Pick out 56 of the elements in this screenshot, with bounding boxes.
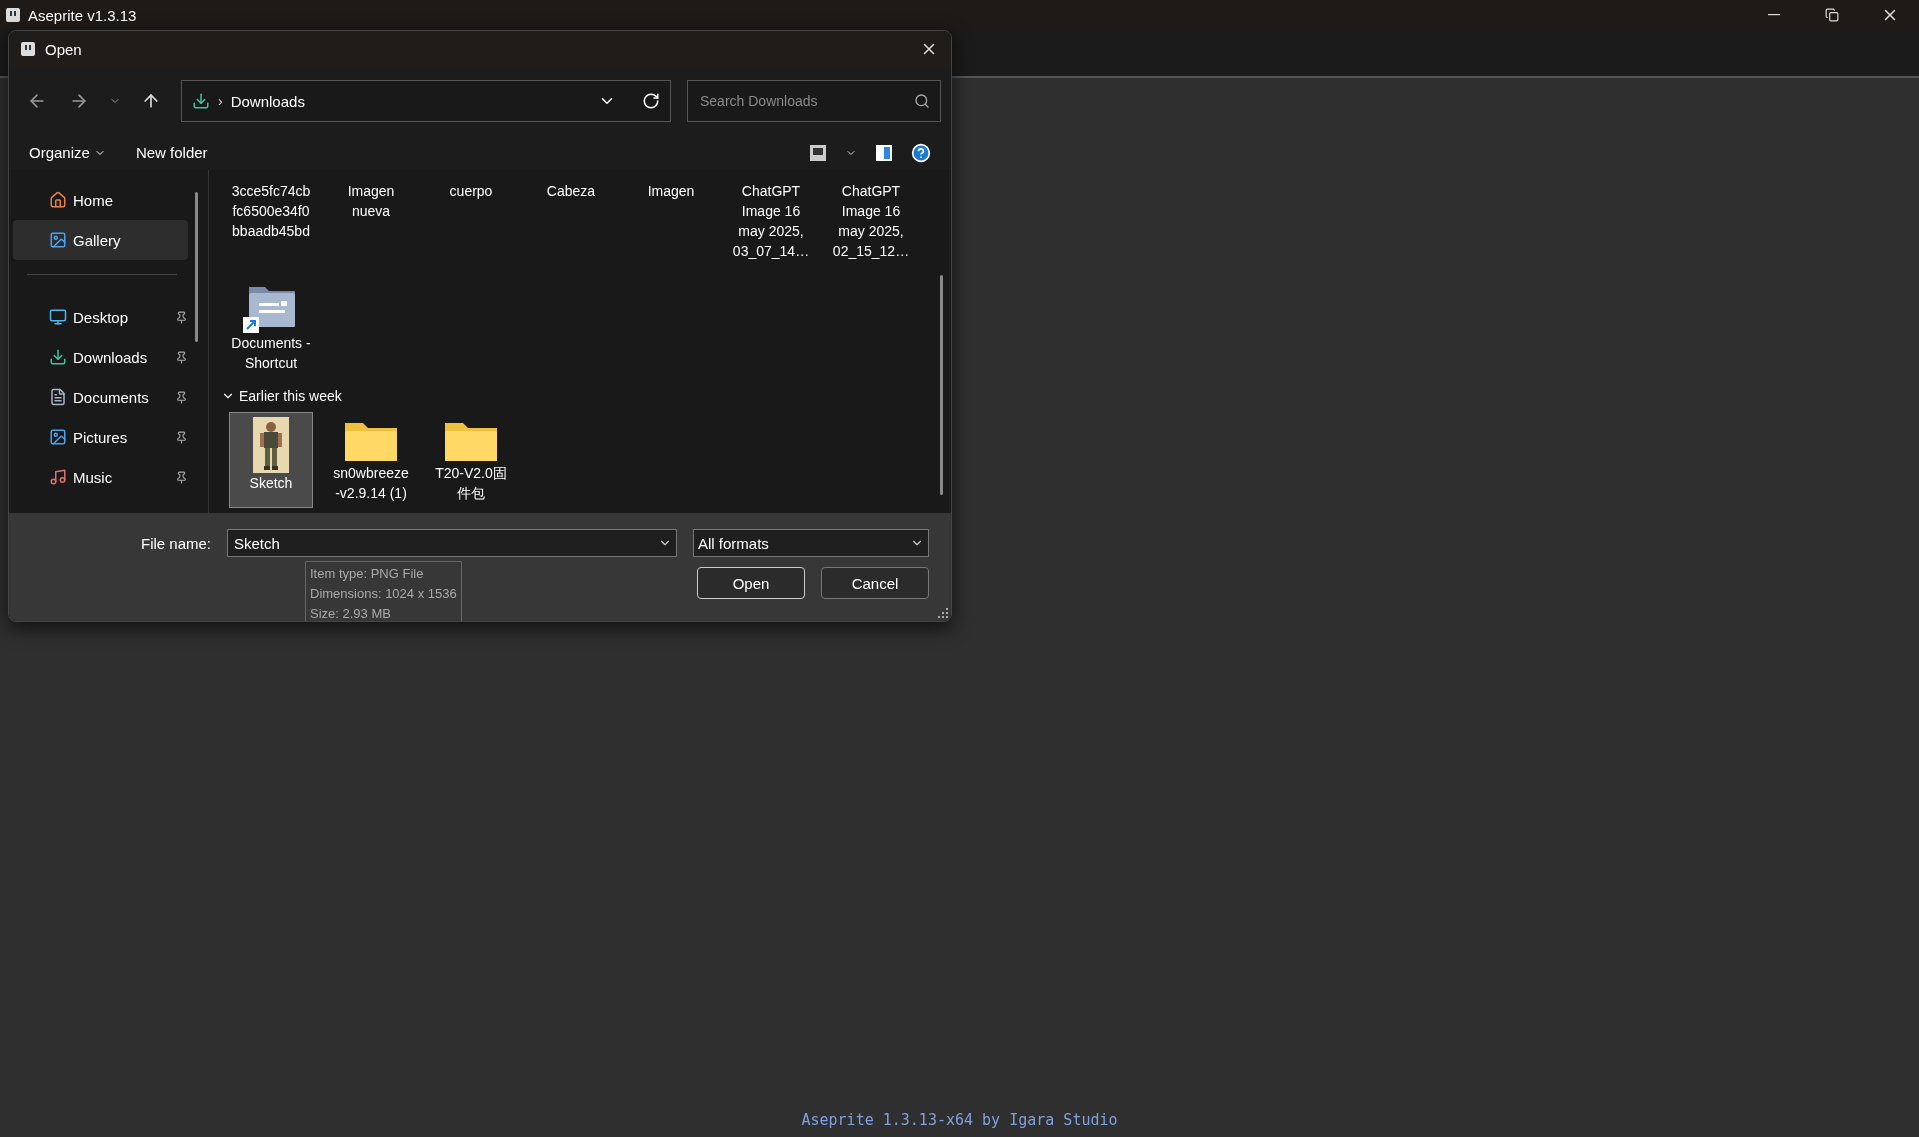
- file-tile[interactable]: ChatGPT Image 16 may 2025, 02_15_12…: [829, 176, 913, 266]
- sidebar-item[interactable]: Home: [13, 180, 188, 220]
- app-icon: [6, 8, 20, 22]
- organize-menu[interactable]: Organize: [29, 144, 106, 161]
- new-folder-button[interactable]: New folder: [135, 144, 208, 161]
- file-tile[interactable]: Imagen nueva: [329, 176, 413, 266]
- gallery-icon: [49, 231, 67, 249]
- sidebar-item[interactable]: Downloads: [13, 337, 188, 377]
- file-name-field[interactable]: Sketch: [227, 529, 677, 557]
- address-location[interactable]: Downloads: [230, 92, 305, 110]
- search-field[interactable]: Search Downloads: [687, 80, 941, 122]
- footer-credit: Aseprite 1.3.13-x64 by Igara Studio: [801, 1111, 1118, 1129]
- search-input[interactable]: Search Downloads: [698, 92, 914, 110]
- desktop-icon: [49, 308, 67, 326]
- resize-grip-icon[interactable]: [938, 608, 948, 618]
- file-name-label: File name:: [140, 534, 211, 552]
- file-tile[interactable]: T20-V2.0固件包: [429, 412, 513, 508]
- search-icon: [914, 93, 930, 109]
- pictures-icon: [49, 428, 67, 446]
- group-header[interactable]: Earlier this week: [221, 388, 342, 404]
- sidebar-item[interactable]: Pictures: [13, 417, 188, 457]
- file-tile[interactable]: Documents - Shortcut: [229, 278, 313, 378]
- breadcrumb-separator: ›: [218, 93, 223, 109]
- file-tile[interactable]: cuerpo: [429, 176, 513, 266]
- download-icon: [49, 348, 67, 366]
- file-tile[interactable]: ChatGPT Image 16 may 2025, 03_07_14…: [729, 176, 813, 266]
- file-type-dropdown[interactable]: All formats: [693, 529, 929, 557]
- preview-pane-icon[interactable]: [875, 143, 893, 162]
- tooltip: Item type: PNG File Dimensions: 1024 x 1536 Size: 2.93 MB: [305, 561, 462, 621]
- sidebar-item[interactable]: Desktop: [13, 297, 188, 337]
- cancel-button[interactable]: Cancel: [821, 567, 929, 599]
- app-icon: [21, 42, 35, 56]
- scrollbar-thumb[interactable]: [195, 192, 198, 342]
- sidebar-item[interactable]: Documents: [13, 377, 188, 417]
- music-icon: [49, 468, 67, 486]
- document-icon: [49, 388, 67, 406]
- file-tile[interactable]: Imagen: [629, 176, 713, 266]
- help-icon[interactable]: [911, 142, 931, 163]
- download-icon: [192, 92, 210, 110]
- refresh-icon[interactable]: [642, 92, 660, 110]
- home-icon: [49, 191, 67, 209]
- open-button[interactable]: Open: [697, 567, 805, 599]
- dialog-title: Open: [45, 40, 82, 58]
- restore-icon: [1825, 8, 1839, 22]
- file-tile[interactable]: sn0wbreeze-v2.9.14 (1): [329, 412, 413, 508]
- minimize-icon: [1768, 14, 1780, 16]
- address-bar[interactable]: › Downloads: [181, 80, 671, 122]
- view-icon[interactable]: [809, 143, 827, 162]
- sidebar-item[interactable]: Music: [13, 457, 188, 497]
- file-name-input[interactable]: Sketch: [232, 533, 658, 553]
- file-tile[interactable]: Cabeza: [529, 176, 613, 266]
- file-tile[interactable]: Sketch: [229, 412, 313, 508]
- sidebar-item[interactable]: Gallery: [13, 220, 188, 260]
- file-tile[interactable]: 3cce5fc74cbfc6500e34f0bbaadb45bd: [229, 176, 313, 266]
- app-title: Aseprite v1.3.13: [28, 6, 137, 24]
- scrollbar-thumb[interactable]: [940, 275, 943, 495]
